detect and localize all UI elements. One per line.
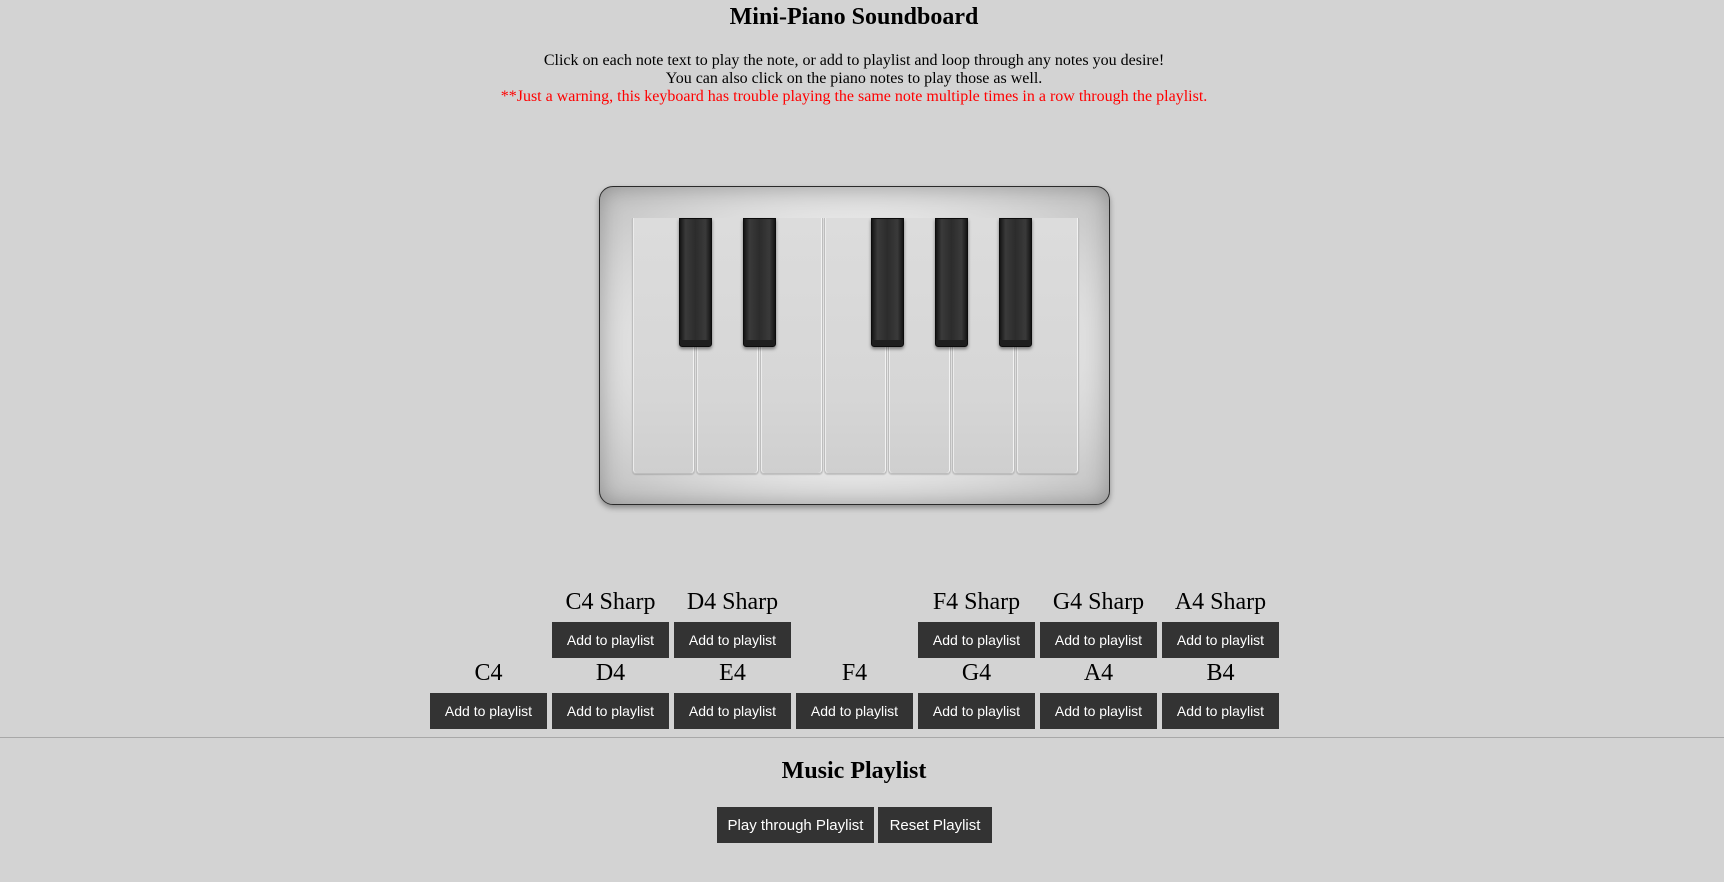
note-label-d4-sharp[interactable]: D4 Sharp [674,588,791,616]
add-to-playlist-button-c4-sharp[interactable]: Add to playlist [552,622,669,658]
page-title: Mini-Piano Soundboard [729,4,979,30]
piano-key-g4-sharp[interactable] [935,218,968,347]
instructions-line-1: Click on each note text to play the note… [543,52,1165,69]
note-d4-sharp: D4 Sharp Add to playlist [674,588,791,658]
note-g4-sharp: G4 Sharp Add to playlist [1040,588,1157,658]
note-label-a4-sharp[interactable]: A4 Sharp [1162,588,1279,616]
playlist-title: Music Playlist [781,758,927,784]
piano-key-f4-sharp[interactable] [871,218,904,347]
note-f4-sharp: F4 Sharp Add to playlist [918,588,1035,658]
warning-text: **Just a warning, this keyboard has trou… [500,88,1208,105]
add-to-playlist-button-c4[interactable]: Add to playlist [430,693,547,729]
add-to-playlist-button-b4[interactable]: Add to playlist [1162,693,1279,729]
note-label-f4-sharp[interactable]: F4 Sharp [918,588,1035,616]
piano-key-c4-sharp[interactable] [679,218,712,347]
add-to-playlist-button-a4-sharp[interactable]: Add to playlist [1162,622,1279,658]
add-to-playlist-button-a4[interactable]: Add to playlist [1040,693,1157,729]
note-label-g4[interactable]: G4 [918,659,1035,687]
add-to-playlist-button-f4[interactable]: Add to playlist [796,693,913,729]
piano-key-d4-sharp[interactable] [743,218,776,347]
add-to-playlist-button-d4[interactable]: Add to playlist [552,693,669,729]
note-d4: D4 Add to playlist [552,659,669,729]
note-f4: F4 Add to playlist [796,659,913,729]
instructions-line-2: You can also click on the piano notes to… [665,70,1043,87]
add-to-playlist-button-g4-sharp[interactable]: Add to playlist [1040,622,1157,658]
note-label-b4[interactable]: B4 [1162,659,1279,687]
note-a4-sharp: A4 Sharp Add to playlist [1162,588,1279,658]
note-label-e4[interactable]: E4 [674,659,791,687]
note-label-f4[interactable]: F4 [796,659,913,687]
note-label-c4[interactable]: C4 [430,659,547,687]
instructions: Click on each note text to play the note… [0,52,1708,106]
note-label-g4-sharp[interactable]: G4 Sharp [1040,588,1157,616]
section-divider [0,737,1724,738]
play-playlist-button[interactable]: Play through Playlist [717,807,874,843]
note-label-a4[interactable]: A4 [1040,659,1157,687]
note-c4-sharp: C4 Sharp Add to playlist [552,588,669,658]
note-label-c4-sharp[interactable]: C4 Sharp [552,588,669,616]
note-b4: B4 Add to playlist [1162,659,1279,729]
add-to-playlist-button-f4-sharp[interactable]: Add to playlist [918,622,1035,658]
add-to-playlist-button-e4[interactable]: Add to playlist [674,693,791,729]
add-to-playlist-button-d4-sharp[interactable]: Add to playlist [674,622,791,658]
add-to-playlist-button-g4[interactable]: Add to playlist [918,693,1035,729]
note-g4: G4 Add to playlist [918,659,1035,729]
note-label-d4[interactable]: D4 [552,659,669,687]
note-e4: E4 Add to playlist [674,659,791,729]
piano-keyboard [632,218,1080,475]
note-c4: C4 Add to playlist [430,659,547,729]
reset-playlist-button[interactable]: Reset Playlist [878,807,992,843]
note-a4: A4 Add to playlist [1040,659,1157,729]
piano-key-a4-sharp[interactable] [999,218,1032,347]
